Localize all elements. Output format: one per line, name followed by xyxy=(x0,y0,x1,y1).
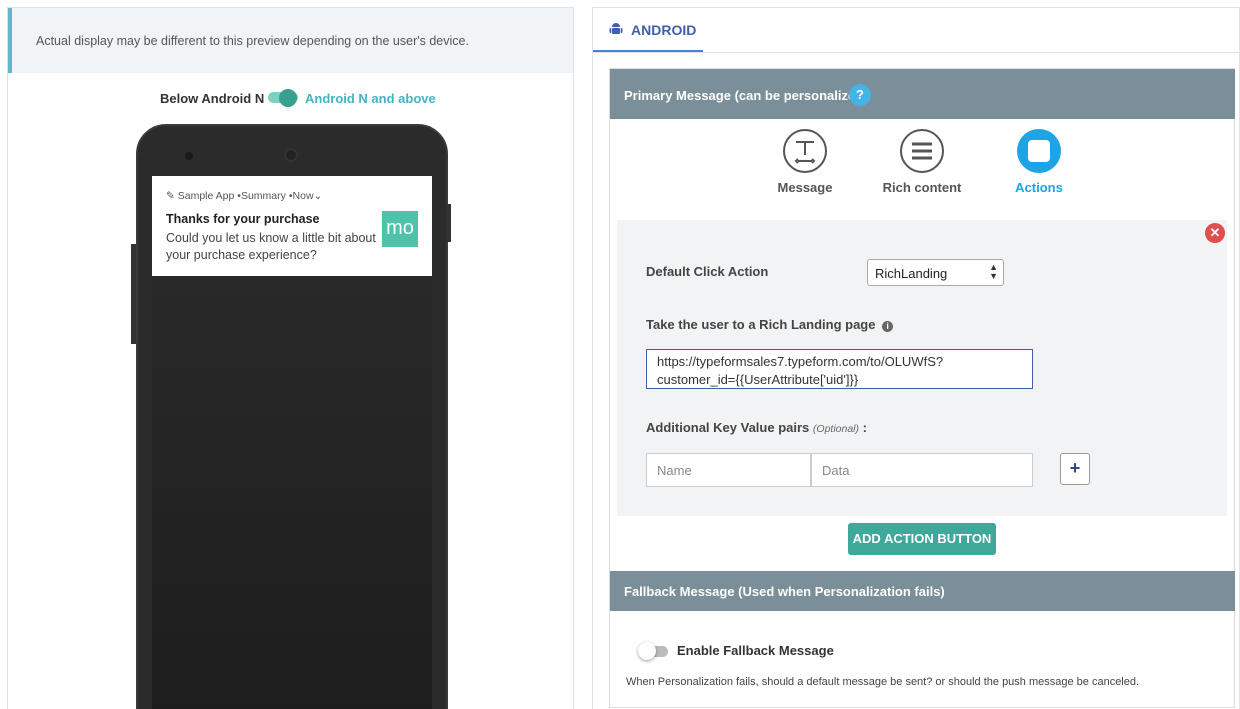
phone-mockup: ✎ Sample App •Summary •Now⌄ Thanks for y… xyxy=(131,124,451,709)
key-value-label-text: Additional Key Value pairs xyxy=(646,420,810,435)
add-action-button[interactable]: ADD ACTION BUTTON xyxy=(848,523,996,555)
help-icon[interactable]: ? xyxy=(849,84,871,106)
notification-summary: Summary xyxy=(240,190,286,202)
key-value-colon: : xyxy=(862,420,867,435)
list-icon xyxy=(900,129,944,173)
default-click-select[interactable]: RichLanding ▲ ▼ xyxy=(867,259,1004,286)
notification-card[interactable]: ✎ Sample App •Summary •Now⌄ Thanks for y… xyxy=(152,176,432,276)
rich-landing-label: Take the user to a Rich Landing page i xyxy=(646,317,894,332)
toggle-knob xyxy=(638,642,656,660)
fallback-toggle-label: Enable Fallback Message xyxy=(677,643,834,658)
square-icon xyxy=(1017,129,1061,173)
url-line-1: https://typeformsales7.typeform.com/to/O… xyxy=(657,354,944,369)
notice-text: Actual display may be different to this … xyxy=(36,34,469,48)
tab-android[interactable]: ANDROID xyxy=(593,8,703,52)
notification-app-name: Sample App xyxy=(177,190,235,202)
android-icon xyxy=(609,23,623,34)
info-icon: i xyxy=(882,321,894,332)
default-click-value: RichLanding xyxy=(875,266,948,281)
mode-tab-actions[interactable]: Actions xyxy=(989,129,1089,195)
url-line-2: customer_id={{UserAttribute['uid']}} xyxy=(657,372,859,387)
key-data-placeholder: Data xyxy=(822,463,850,478)
key-name-placeholder: Name xyxy=(657,463,692,478)
editor-panel: ANDROID Primary Message (can be personal… xyxy=(592,7,1240,709)
android-n-above-label: Android N and above xyxy=(305,91,436,106)
phone-volume-button xyxy=(131,244,136,344)
fallback-note: When Personalization fails, should a def… xyxy=(626,676,1140,688)
chevron-down-icon: ⌄ xyxy=(313,190,323,202)
phone-power-button xyxy=(446,204,451,242)
text-format-icon xyxy=(783,129,827,173)
key-value-label: Additional Key Value pairs (Optional) : xyxy=(646,420,867,435)
preview-notice: Actual display may be different to this … xyxy=(8,8,573,73)
key-data-input[interactable]: Data xyxy=(811,453,1033,487)
primary-message-title: Primary Message (can be personalized) xyxy=(624,88,868,103)
fallback-toggle[interactable] xyxy=(638,642,670,660)
select-arrows-icon: ▲ ▼ xyxy=(989,262,998,281)
message-panel: Primary Message (can be personalized) ? … xyxy=(609,68,1235,708)
close-icon[interactable]: ✕ xyxy=(1205,223,1225,243)
mode-tab-rich-content-label: Rich content xyxy=(882,180,962,195)
android-version-toggle-row: Below Android N Android N and above xyxy=(8,86,573,108)
primary-message-header: Primary Message (can be personalized) ? xyxy=(610,69,1235,119)
tab-divider xyxy=(593,52,1239,53)
app-logo: mo xyxy=(382,211,418,247)
add-key-value-button[interactable]: + xyxy=(1060,453,1090,485)
notification-time: Now xyxy=(292,190,314,202)
mode-tab-message[interactable]: Message xyxy=(755,129,855,195)
phone-camera xyxy=(284,148,298,162)
mode-tab-actions-label: Actions xyxy=(1015,180,1063,195)
phone-screen: ✎ Sample App •Summary •Now⌄ Thanks for y… xyxy=(152,176,432,709)
fallback-message-header: Fallback Message (Used when Personalizat… xyxy=(610,571,1235,611)
toggle-knob xyxy=(279,89,297,107)
key-value-optional: (Optional) xyxy=(812,423,860,435)
pencil-icon: ✎ xyxy=(166,190,175,202)
phone-sensor xyxy=(185,152,193,160)
mode-tab-message-label: Message xyxy=(777,180,833,195)
android-version-toggle[interactable] xyxy=(266,89,298,107)
notification-meta: ✎ Sample App •Summary •Now⌄ xyxy=(166,190,322,202)
preview-panel: Actual display may be different to this … xyxy=(7,7,574,709)
rich-landing-url-input[interactable]: https://typeformsales7.typeform.com/to/O… xyxy=(646,349,1033,389)
key-name-input[interactable]: Name xyxy=(646,453,811,487)
default-click-label: Default Click Action xyxy=(646,264,769,279)
tab-android-label: ANDROID xyxy=(631,22,697,38)
notification-body: Could you let us know a little bit about… xyxy=(166,231,376,262)
notification-title: Thanks for your purchase xyxy=(166,212,320,226)
mode-tab-rich-content[interactable]: Rich content xyxy=(872,129,972,195)
rich-landing-label-text: Take the user to a Rich Landing page xyxy=(646,317,876,332)
below-android-n-label: Below Android N xyxy=(160,91,265,106)
action-box: ✕ Default Click Action RichLanding ▲ ▼ Ta… xyxy=(617,220,1227,516)
fallback-message-title: Fallback Message (Used when Personalizat… xyxy=(624,584,945,599)
